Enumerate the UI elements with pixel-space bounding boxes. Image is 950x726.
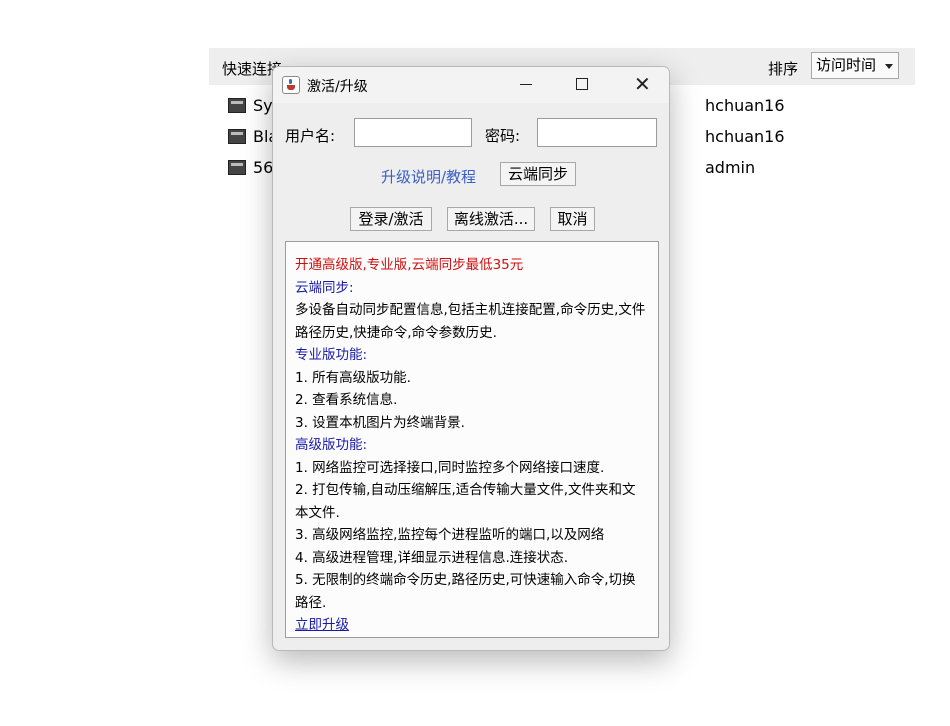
offline-activate-button[interactable]: 离线激活... — [447, 207, 535, 231]
pro-feature-item: 3. 设置本机图片为终端背景. — [295, 414, 465, 431]
terminal-icon — [228, 98, 246, 113]
promo-text: 开通高级版,专业版,云端同步最低35元 — [295, 257, 524, 273]
username-label: 用户名: — [285, 127, 336, 145]
close-button[interactable]: ✕ — [619, 67, 665, 103]
advanced-feature-item: 3. 高级网络监控,监控每个进程监听的端口,以及网络 — [295, 527, 605, 543]
sort-dropdown-value: 访问时间 — [816, 56, 877, 74]
dialog-titlebar[interactable]: 激活/升级 ✕ — [273, 67, 669, 103]
connection-user: hchuan16 — [705, 127, 785, 146]
cloud-sync-description: 多设备自动同步配置信息,包括主机连接配置,命令历史,文件路径历史,快捷命令,命令… — [295, 302, 646, 341]
pro-features-heading: 专业版功能: — [295, 347, 368, 363]
java-app-icon — [282, 76, 300, 94]
dialog-title: 激活/升级 — [307, 79, 368, 95]
minimize-button[interactable] — [503, 67, 549, 103]
terminal-icon — [228, 129, 246, 144]
connection-name: Sy — [253, 96, 273, 115]
pro-feature-item: 2. 查看系统信息. — [295, 392, 398, 408]
activation-dialog: 激活/升级 ✕ 用户名: 密码: 升级说明/教程 云端同步 登录/激活 离线激活… — [272, 66, 670, 651]
connection-name: 56 — [253, 158, 274, 177]
advanced-feature-item: 4. 高级进程管理,详细显示进程信息.连接状态. — [295, 549, 569, 566]
connection-user: hchuan16 — [705, 96, 785, 115]
upgrade-now-link[interactable]: 立即升级 — [295, 617, 349, 633]
sort-dropdown[interactable]: 访问时间 — [811, 52, 899, 79]
minimize-icon — [520, 84, 532, 85]
terminal-icon — [228, 160, 246, 175]
password-input[interactable] — [537, 118, 657, 147]
chevron-down-icon — [885, 64, 893, 69]
login-activate-button[interactable]: 登录/激活 — [350, 207, 432, 231]
maximize-icon — [576, 78, 588, 90]
cloud-sync-heading: 云端同步: — [295, 279, 354, 296]
info-text-area[interactable]: 开通高级版,专业版,云端同步最低35元 云端同步: 多设备自动同步配置信息,包括… — [285, 241, 659, 638]
maximize-button[interactable] — [559, 67, 605, 103]
cancel-button[interactable]: 取消 — [550, 207, 595, 231]
advanced-features-heading: 高级版功能: — [295, 437, 368, 453]
advanced-feature-item: 2. 打包传输,自动压缩解压,适合传输大量文件,文件夹和文本文件. — [295, 482, 636, 521]
sort-label: 排序 — [768, 60, 799, 78]
close-icon: ✕ — [634, 72, 651, 96]
advanced-feature-item: 5. 无限制的终端命令历史,路径历史,可快速输入命令,切换路径. — [295, 572, 636, 611]
advanced-feature-item: 1. 网络监控可选择接口,同时监控多个网络接口速度. — [295, 459, 605, 476]
cloud-sync-button[interactable]: 云端同步 — [500, 162, 576, 186]
password-label: 密码: — [485, 127, 521, 145]
connection-user: admin — [705, 158, 756, 177]
upgrade-help-link[interactable]: 升级说明/教程 — [381, 166, 476, 187]
pro-feature-item: 1. 所有高级版功能. — [295, 369, 411, 386]
username-input[interactable] — [354, 118, 472, 147]
